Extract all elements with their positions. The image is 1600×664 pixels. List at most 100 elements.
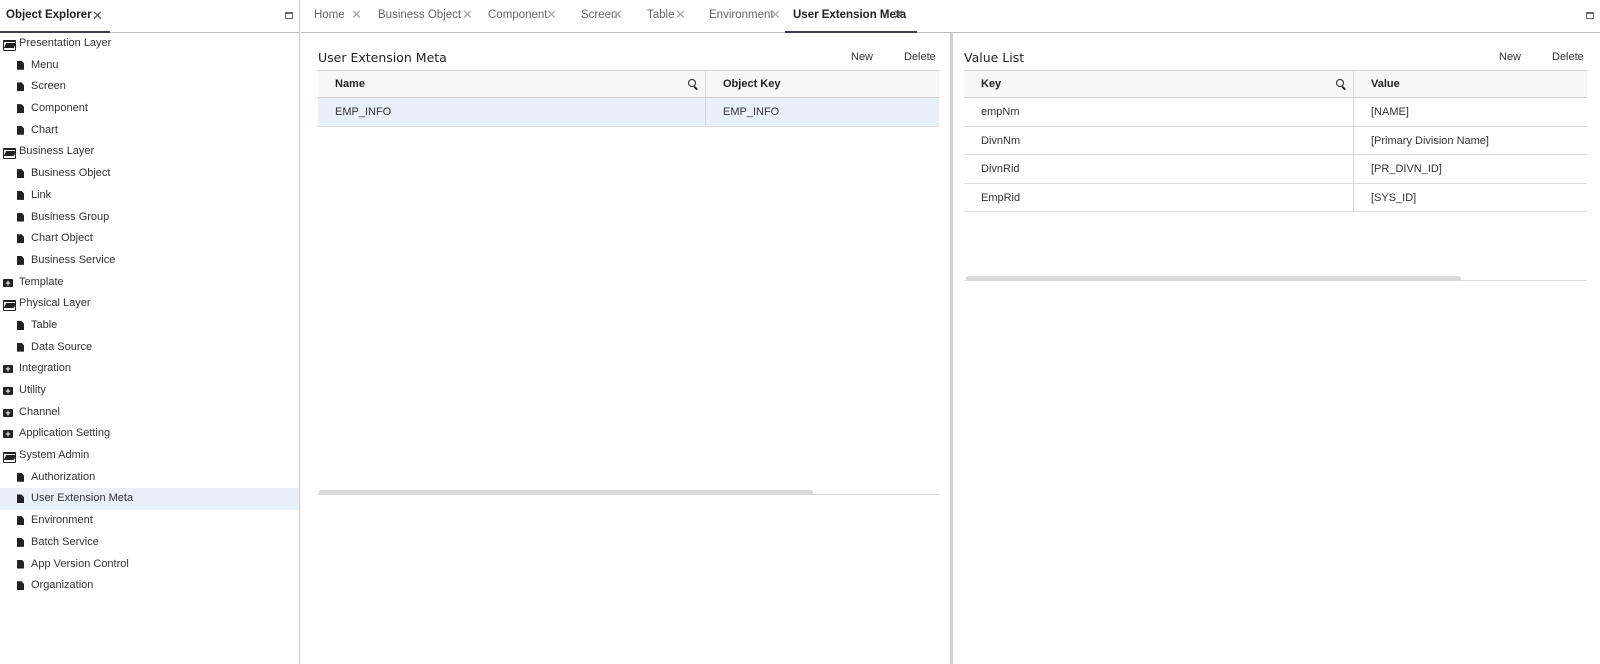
meta-delete-button[interactable]: Delete [904,51,936,63]
tab-table[interactable]: Table ✕ [647,0,686,33]
file-icon [17,212,24,222]
tree-item-data-source[interactable]: Data Source [0,337,299,359]
tab-component[interactable]: Component ✕ [488,0,557,33]
folder-open-icon[interactable] [3,40,16,51]
tree-item-app-version-control[interactable]: App Version Control [0,554,299,576]
tree-item-label: Data Source [31,340,93,353]
tree-item-environment[interactable]: Environment [0,510,299,532]
tree-item-business-object[interactable]: Business Object [0,163,299,185]
close-icon[interactable]: ✕ [92,8,103,24]
panel-splitter[interactable] [950,33,953,664]
maximize-icon[interactable] [285,12,293,19]
tab-label: Environment [709,9,774,21]
tree-item-business-group[interactable]: Business Group [0,207,299,229]
column-header-value[interactable]: Value [1354,71,1587,98]
folder-open-icon[interactable] [3,300,16,312]
file-icon [17,255,24,265]
folder-plus-icon[interactable] [3,382,13,400]
tree-item-component[interactable]: Component [0,98,299,120]
tree-item-label: Table [31,318,58,331]
tree-item-integration[interactable]: Integration [0,358,299,380]
close-icon[interactable]: ✕ [893,7,904,23]
column-header-key[interactable]: Key [964,71,1354,98]
tree-item-channel[interactable]: Channel [0,402,299,424]
file-icon [17,537,24,547]
file-icon [17,472,24,482]
tree-item-link[interactable]: Link [0,185,299,207]
close-icon[interactable]: ✕ [351,7,362,23]
folder-plus-icon[interactable] [3,274,13,292]
value-new-button[interactable]: New [1499,51,1521,63]
table-row[interactable]: DivnNm [Primary Division Name] [964,126,1587,155]
file-icon [17,104,24,114]
meta-grid: Name Object Key EMP_INFO EMP_INFO [318,70,939,127]
tree-item-chart[interactable]: Chart [0,120,299,142]
tree-item-system-admin[interactable]: System Admin [0,445,299,467]
tab-business-object[interactable]: Business Object ✕ [378,0,473,33]
tree-item-business-service[interactable]: Business Service [0,250,299,272]
column-header-name[interactable]: Name [318,71,706,98]
tree-item-label: Utility [19,384,46,396]
file-icon [17,559,24,569]
tree-item-chart-object[interactable]: Chart Object [0,228,299,250]
tree-item-authorization[interactable]: Authorization [0,467,299,489]
cell-key: EmpRid [964,183,1354,212]
meta-horizontal-scrollbar[interactable] [318,490,939,495]
meta-new-button[interactable]: New [851,51,873,63]
tab-label: Business Object [378,9,462,21]
close-icon[interactable]: ✕ [462,7,473,23]
tree-item-menu[interactable]: Menu [0,55,299,77]
scrollbar-thumb[interactable] [966,276,1461,281]
tree-item-screen[interactable]: Screen [0,76,299,98]
tab-user-extension-meta[interactable]: User Extension Meta ✕ [785,0,917,33]
column-header-label: Name [335,78,365,90]
search-icon[interactable] [1336,79,1347,90]
tree-item-label: Business Object [31,167,111,180]
cell-key: empNm [964,98,1354,127]
table-row[interactable]: empNm [NAME] [964,98,1587,127]
close-icon[interactable]: ✕ [612,7,623,23]
tab-screen[interactable]: Screen ✕ [581,0,623,33]
close-icon[interactable]: ✕ [770,7,781,23]
tree-item-template[interactable]: Template [0,272,299,294]
close-icon[interactable]: ✕ [675,7,686,23]
column-header-label: Value [1371,78,1400,90]
tree-item-business-layer[interactable]: Business Layer [0,141,299,163]
file-icon [17,581,24,591]
cell-value: [PR_DIVN_ID] [1371,163,1442,175]
tree-item-batch-service[interactable]: Batch Service [0,532,299,554]
cell-value: [Primary Division Name] [1371,134,1489,147]
column-header-label: Key [981,78,1002,90]
tree-item-label: Environment [31,514,93,527]
tree-item-label: Presentation Layer [19,37,112,49]
maximize-icon[interactable] [1586,12,1594,19]
table-row[interactable]: EmpRid [SYS_ID] [964,183,1587,212]
tree-item-application-setting[interactable]: Application Setting [0,423,299,445]
close-icon[interactable]: ✕ [546,7,557,23]
explorer-tabbar: Object Explorer ✕ [0,0,299,33]
tree-item-table[interactable]: Table [0,315,299,337]
folder-plus-icon[interactable] [3,360,13,378]
tree-item-physical-layer[interactable]: Physical Layer [0,293,299,315]
tab-environment[interactable]: Environment ✕ [709,0,781,33]
tree-item-utility[interactable]: Utility [0,380,299,402]
folder-plus-icon[interactable] [3,404,13,422]
scrollbar-thumb[interactable] [319,490,813,495]
file-icon [17,125,24,135]
tree-item-presentation-layer[interactable]: Presentation Layer [0,33,299,55]
folder-open-icon[interactable] [3,452,16,464]
tree-item-label: Menu [31,58,59,71]
tab-home[interactable]: Home ✕ [314,0,362,33]
value-delete-button[interactable]: Delete [1552,51,1584,63]
tree-item-organization[interactable]: Organization [0,575,299,597]
column-header-object-key[interactable]: Object Key [706,71,939,98]
folder-open-icon[interactable] [3,148,16,160]
tree-item-user-extension-meta[interactable]: User Extension Meta [0,488,299,511]
value-horizontal-scrollbar[interactable] [964,276,1587,281]
explorer-tab[interactable]: Object Explorer ✕ [0,0,110,33]
file-icon [17,494,24,504]
search-icon[interactable] [688,79,699,90]
folder-plus-icon[interactable] [3,425,13,443]
table-row[interactable]: DivnRid [PR_DIVN_ID] [964,155,1587,184]
table-row[interactable]: EMP_INFO EMP_INFO [318,98,939,127]
